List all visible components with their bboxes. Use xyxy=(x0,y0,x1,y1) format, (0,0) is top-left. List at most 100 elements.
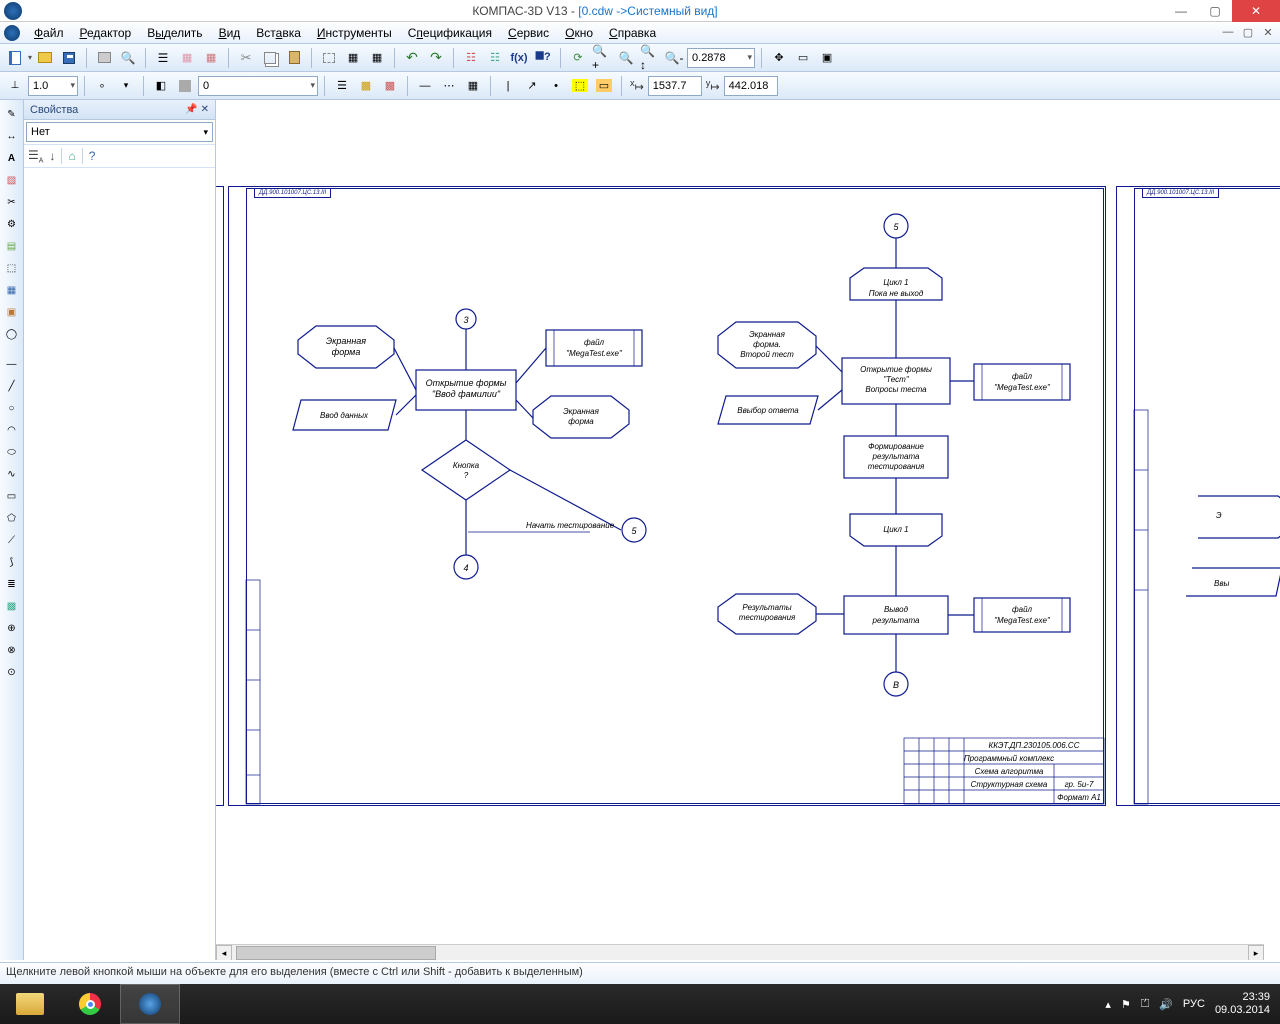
close-button[interactable]: ✕ xyxy=(1232,0,1280,22)
zoom-window-button[interactable]: 🔍 xyxy=(615,47,637,69)
paste-button[interactable] xyxy=(283,47,305,69)
x-coord-field[interactable]: 1537.7 xyxy=(648,76,702,96)
hatch-icon[interactable]: ▨ xyxy=(2,170,22,190)
arrow-button[interactable]: ↗ xyxy=(521,75,543,97)
maximize-button[interactable]: ▢ xyxy=(1198,0,1232,22)
lib1-icon[interactable]: ▣ xyxy=(2,302,22,322)
tray-sound-icon[interactable]: 🔊 xyxy=(1159,998,1173,1011)
line1-button[interactable]: — xyxy=(414,75,436,97)
mini-list-icon[interactable]: ☰A xyxy=(28,148,43,164)
new-button[interactable] xyxy=(4,47,26,69)
open-button[interactable] xyxy=(34,47,56,69)
menu-file[interactable]: Файл xyxy=(26,22,72,44)
region-icon[interactable]: ▩ xyxy=(2,596,22,616)
highlight-button[interactable]: ⬚ xyxy=(569,75,591,97)
tray-lang[interactable]: РУС xyxy=(1183,998,1205,1010)
frame-button[interactable] xyxy=(318,47,340,69)
task-explorer[interactable] xyxy=(0,984,60,1024)
cut-button[interactable]: ✂ xyxy=(235,47,257,69)
snap-menu-button[interactable]: ▾ xyxy=(115,75,137,97)
param-icon[interactable]: ⚙ xyxy=(2,214,22,234)
preview-button[interactable]: 🔍 xyxy=(117,47,139,69)
zoom-out-button[interactable]: 🔍- xyxy=(663,47,685,69)
line-tool-icon[interactable]: — xyxy=(2,354,22,374)
tray-flag-icon[interactable]: ⚑ xyxy=(1121,998,1131,1011)
mdi-close-button[interactable]: ✕ xyxy=(1260,26,1276,39)
drawing-canvas[interactable]: ДД.900.101007.ЦС.13.III ДД.900.101007.ЦС… xyxy=(216,100,1280,960)
pin-icon[interactable]: 📌 ✕ xyxy=(185,104,209,115)
layers2-button[interactable]: ▦ xyxy=(200,47,222,69)
lib2-icon[interactable]: ◯ xyxy=(2,324,22,344)
print-button[interactable] xyxy=(93,47,115,69)
hatch2-button[interactable]: ▩ xyxy=(379,75,401,97)
tray-up-icon[interactable]: ▴ xyxy=(1105,998,1111,1011)
dim-icon[interactable]: ↔ xyxy=(2,126,22,146)
offset-icon[interactable]: ≣ xyxy=(2,574,22,594)
properties-combo[interactable]: Нет xyxy=(26,122,213,142)
redo-button[interactable]: ↷ xyxy=(425,47,447,69)
fx-button[interactable]: f(x) xyxy=(508,47,530,69)
menu-select[interactable]: Выделить xyxy=(139,22,210,44)
properties-button[interactable]: ☰ xyxy=(152,47,174,69)
hatch1-button[interactable]: ▩ xyxy=(355,75,377,97)
mdi-restore-button[interactable]: ▢ xyxy=(1240,26,1256,39)
grid-button[interactable]: ▦ xyxy=(366,47,388,69)
menu-help[interactable]: Справка xyxy=(601,22,664,44)
circle-icon[interactable]: ○ xyxy=(2,398,22,418)
filter-button[interactable]: ◧ xyxy=(150,75,172,97)
lib-button[interactable]: ☷ xyxy=(484,47,506,69)
misc2-icon[interactable]: ⊗ xyxy=(2,640,22,660)
ellipse-icon[interactable]: ⬭ xyxy=(2,442,22,462)
menu-editor[interactable]: Редактор xyxy=(72,22,140,44)
grid2-button[interactable]: ▦ xyxy=(462,75,484,97)
zoom-all-button[interactable]: ▣ xyxy=(816,47,838,69)
spec-icon[interactable]: ▦ xyxy=(2,280,22,300)
tray-clock[interactable]: 23:39 09.03.2014 xyxy=(1215,991,1270,1016)
menu-spec[interactable]: Спецификация xyxy=(400,22,500,44)
task-chrome[interactable] xyxy=(60,984,120,1024)
misc1-icon[interactable]: ⊕ xyxy=(2,618,22,638)
segment-icon[interactable]: ╱ xyxy=(2,376,22,396)
edit-icon[interactable]: ✂ xyxy=(2,192,22,212)
mini-help-icon[interactable]: ? xyxy=(89,149,96,163)
ruler-button[interactable]: ▭ xyxy=(593,75,615,97)
line2-button[interactable]: ⋯ xyxy=(438,75,460,97)
layers-button[interactable]: ☰ xyxy=(331,75,353,97)
refresh-button[interactable]: ⟳ xyxy=(567,47,589,69)
properties-panel-header[interactable]: Свойства 📌 ✕ xyxy=(24,100,215,120)
rect-icon[interactable]: ▭ xyxy=(2,486,22,506)
move-button[interactable]: ✥ xyxy=(768,47,790,69)
spline-icon[interactable]: ∿ xyxy=(2,464,22,484)
misc3-icon[interactable]: ⊙ xyxy=(2,662,22,682)
arc-icon[interactable]: ◠ xyxy=(2,420,22,440)
hscrollbar[interactable]: ◂ ▸ xyxy=(216,944,1264,960)
menu-view[interactable]: Вид xyxy=(211,22,249,44)
select-icon[interactable]: ⬚ xyxy=(2,258,22,278)
save-button[interactable] xyxy=(58,47,80,69)
point-button[interactable]: • xyxy=(545,75,567,97)
color-button[interactable] xyxy=(174,75,196,97)
snap-button[interactable]: ∘ xyxy=(91,75,113,97)
copy-button[interactable] xyxy=(259,47,281,69)
mini-home-icon[interactable]: ⌂ xyxy=(68,149,75,163)
table-button[interactable]: ▦ xyxy=(342,47,364,69)
poly-icon[interactable]: ⬠ xyxy=(2,508,22,528)
mini-down-icon[interactable]: ↓ xyxy=(49,149,55,163)
zoom-in-button[interactable]: 🔍+ xyxy=(591,47,613,69)
mdi-minimize-button[interactable]: — xyxy=(1220,26,1236,39)
chamfer-icon[interactable]: ⟋ xyxy=(2,530,22,550)
geometry-icon[interactable]: ✎ xyxy=(2,104,22,124)
layers1-button[interactable]: ▦ xyxy=(176,47,198,69)
minimize-button[interactable]: — xyxy=(1164,0,1198,22)
vertical-button[interactable]: | xyxy=(497,75,519,97)
text-icon[interactable]: A xyxy=(2,148,22,168)
manager-button[interactable]: ☷ xyxy=(460,47,482,69)
layer-combo[interactable]: 0 xyxy=(198,76,318,96)
zoom-fit-button[interactable]: ▭ xyxy=(792,47,814,69)
menu-window[interactable]: Окно xyxy=(557,22,601,44)
measure-icon[interactable]: ▤ xyxy=(2,236,22,256)
zoom-combo[interactable]: 0.2878 xyxy=(687,48,755,68)
scale-combo[interactable]: 1.0 xyxy=(28,76,78,96)
task-kompas[interactable] xyxy=(120,984,180,1024)
tray-action-icon[interactable]: ⏍ xyxy=(1141,998,1149,1011)
